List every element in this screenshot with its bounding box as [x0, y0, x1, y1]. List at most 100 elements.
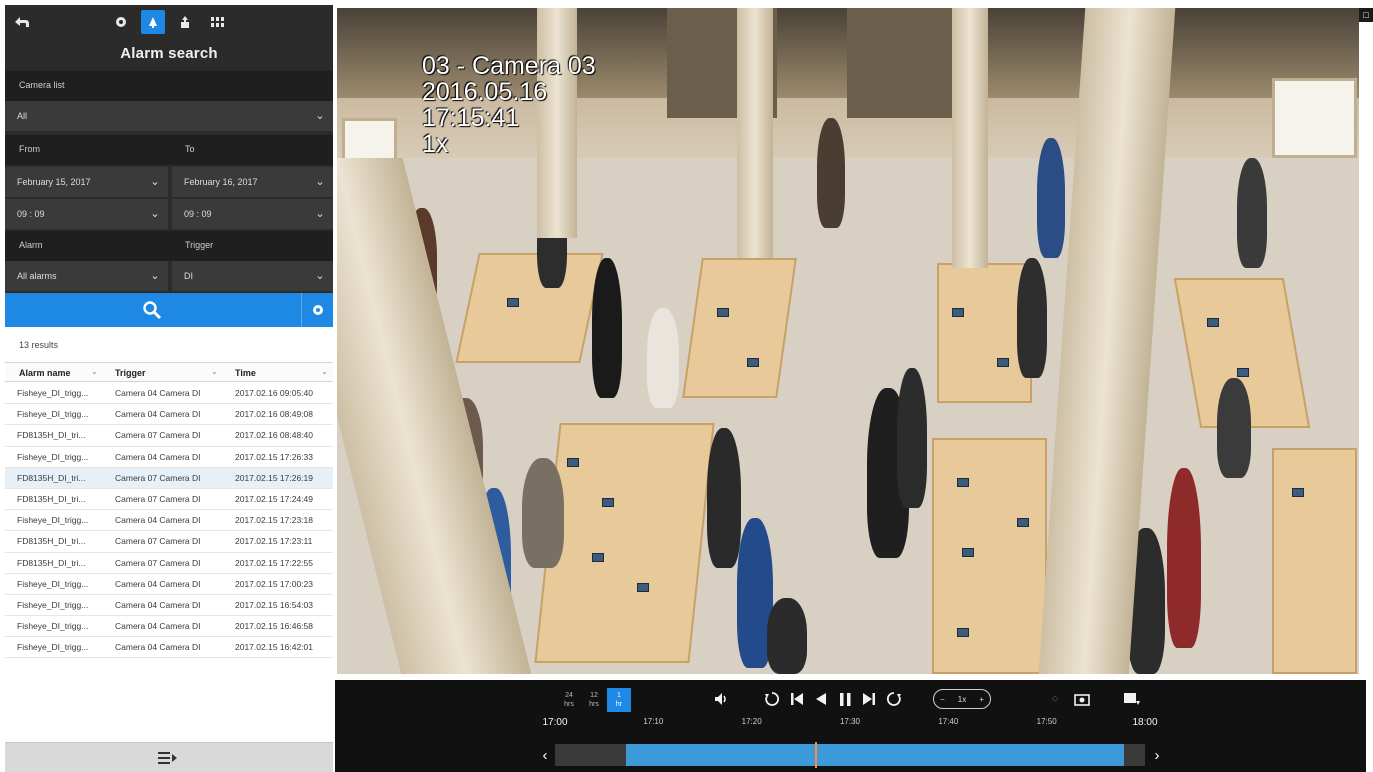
video-viewport[interactable]: 03 - Camera 03 2016.05.16 17:15:41 1x [337, 8, 1359, 674]
chevron-down-icon: ⌄ [315, 269, 325, 282]
video-scene [847, 8, 957, 118]
video-scene [1167, 468, 1201, 648]
trigger-select[interactable]: DI ⌄ [172, 261, 333, 291]
video-scene [1037, 138, 1065, 258]
alarm-name-cell: FD8135H_DI_tri... [17, 472, 86, 483]
alarm-select[interactable]: All alarms ⌄ [5, 261, 168, 291]
skip-start-icon[interactable] [787, 686, 807, 712]
speed-decrease-icon[interactable]: − [940, 695, 945, 704]
speed-selector[interactable]: − 1x + [933, 689, 991, 709]
export-clip-icon[interactable] [1121, 686, 1143, 712]
time-cell: 2017.02.16 08:48:40 [235, 430, 313, 441]
zoom-24h-button[interactable]: 24 hrs [557, 688, 581, 712]
chevron-down-icon: ⌄ [91, 367, 98, 376]
trigger-cell: Camera 04 Camera DI [115, 599, 201, 610]
table-row-selected[interactable]: FD8135H_DI_tri... Camera 07 Camera DI 2017… [5, 467, 333, 489]
video-scene [737, 8, 773, 258]
chevron-right-icon[interactable]: › [1149, 744, 1165, 766]
to-label: To [185, 144, 195, 154]
pause-icon[interactable] [835, 686, 855, 712]
time-cell: 2017.02.15 16:54:03 [235, 599, 313, 610]
table-row[interactable]: Fisheye_DI_trigg... Camera 04 Camera DI 20… [5, 510, 333, 532]
osd-camera-name: 03 - Camera 03 [422, 52, 596, 80]
video-scene [1207, 318, 1219, 327]
trigger-cell: Camera 04 Camera DI [115, 621, 201, 632]
video-scene [647, 308, 679, 408]
forward-10s-icon[interactable] [883, 686, 905, 712]
zoom-1h-number: 1 [617, 692, 621, 699]
to-date-select[interactable]: February 16, 2017 ⌄ [172, 167, 333, 197]
table-row[interactable]: FD8135H_DI_tri... Camera 07 Camera DI 2017… [5, 553, 333, 574]
alarm-name-cell: Fisheye_DI_trigg... [17, 642, 89, 653]
volume-icon[interactable] [711, 686, 733, 712]
search-button[interactable] [5, 293, 299, 327]
time-cell: 2017.02.16 09:05:40 [235, 388, 313, 398]
grid-icon[interactable] [205, 10, 229, 34]
column-header-alarm-name[interactable]: Alarm name [19, 368, 71, 378]
from-date-select[interactable]: February 15, 2017 ⌄ [5, 167, 168, 197]
time-cell: 2017.02.15 17:24:49 [235, 493, 313, 504]
zoom-12h-button[interactable]: 12 hrs [582, 688, 606, 712]
video-scene [932, 438, 1047, 674]
results-table-body: Fisheye_DI_trigg... Camera 04 Camera DI 20… [5, 383, 333, 659]
play-reverse-icon[interactable] [811, 686, 831, 712]
video-scene [1272, 78, 1357, 158]
video-scene [1237, 158, 1267, 268]
timeline-playhead[interactable] [814, 742, 817, 768]
timeline-tick-label: 17:30 [839, 717, 861, 726]
osd-date: 2016.05.16 [422, 78, 548, 106]
video-scene [592, 553, 604, 562]
trigger-cell: Camera 07 Camera DI [115, 472, 201, 483]
table-row[interactable]: Fisheye_DI_trigg... Camera 04 Camera DI 20… [5, 383, 333, 405]
speed-value: 1x [957, 694, 967, 704]
alarm-bell-icon[interactable] [141, 10, 165, 34]
video-scene [767, 598, 807, 674]
search-icon [143, 301, 162, 320]
trigger-cell: Camera 04 Camera DI [115, 388, 201, 398]
timeline-tick-label: 17:20 [741, 717, 762, 726]
results-table-header: Alarm name ⌄ Trigger ⌄ Time ⌄ [5, 362, 333, 382]
video-scene [637, 583, 649, 592]
bookmark-icon: ○ [1051, 693, 1059, 705]
rewind-10s-icon[interactable] [761, 686, 783, 712]
camera-list-select[interactable]: All ⌄ [5, 101, 333, 131]
to-time-select[interactable]: 09 : 09 ⌄ [172, 199, 333, 229]
video-scene [997, 358, 1009, 367]
table-row[interactable]: Fisheye_DI_trigg... Camera 04 Camera DI 20… [5, 595, 333, 617]
column-header-time[interactable]: Time [235, 368, 256, 378]
from-time-select[interactable]: 09 : 09 ⌄ [5, 199, 168, 229]
camera-icon[interactable] [109, 10, 133, 34]
speed-increase-icon[interactable]: + [979, 695, 984, 704]
table-row[interactable]: FD8135H_DI_tri... Camera 07 Camera DI 2017… [5, 531, 333, 553]
skip-end-icon[interactable] [859, 686, 879, 712]
video-osd-overlay: 03 - Camera 03 2016.05.16 17:15:41 1x [422, 53, 596, 157]
table-row[interactable]: FD8135H_DI_tri... Camera 07 Camera DI 2017… [5, 489, 333, 511]
chevron-down-icon: ⌄ [150, 207, 160, 220]
date-label-row: From To [5, 135, 333, 165]
chevron-left-icon[interactable]: ‹ [537, 744, 553, 766]
from-date-value: February 15, 2017 [17, 177, 91, 187]
gear-icon[interactable] [301, 293, 333, 327]
table-row[interactable]: Fisheye_DI_trigg... Camera 04 Camera DI 20… [5, 616, 333, 638]
zoom-24h-unit: hrs [564, 701, 574, 708]
column-header-trigger[interactable]: Trigger [115, 368, 146, 378]
video-scene [682, 258, 797, 398]
time-cell: 2017.02.15 17:00:23 [235, 578, 313, 589]
table-row[interactable]: FD8135H_DI_tri... Camera 07 Camera DI 2017… [5, 425, 333, 447]
table-row[interactable]: Fisheye_DI_trigg... Camera 04 Camera DI 20… [5, 404, 333, 426]
export-icon[interactable] [173, 10, 197, 34]
video-scene [1292, 488, 1304, 497]
table-row[interactable]: Fisheye_DI_trigg... Camera 04 Camera DI 20… [5, 447, 333, 468]
table-row[interactable]: Fisheye_DI_trigg... Camera 04 Camera DI 20… [5, 574, 333, 595]
list-toggle-icon[interactable] [153, 749, 183, 767]
fullscreen-icon[interactable]: □ [1359, 8, 1373, 22]
from-time-value: 09 : 09 [17, 209, 45, 219]
alarm-name-cell: FD8135H_DI_tri... [17, 557, 86, 568]
search-bar [5, 293, 333, 327]
zoom-1h-unit: hr [615, 701, 623, 708]
back-icon[interactable] [11, 11, 33, 33]
alarm-name-cell: Fisheye_DI_trigg... [17, 621, 89, 632]
snapshot-icon[interactable] [1071, 686, 1093, 712]
zoom-1h-button[interactable]: 1 hr [607, 688, 631, 712]
table-row[interactable]: Fisheye_DI_trigg... Camera 04 Camera DI 20… [5, 637, 333, 659]
